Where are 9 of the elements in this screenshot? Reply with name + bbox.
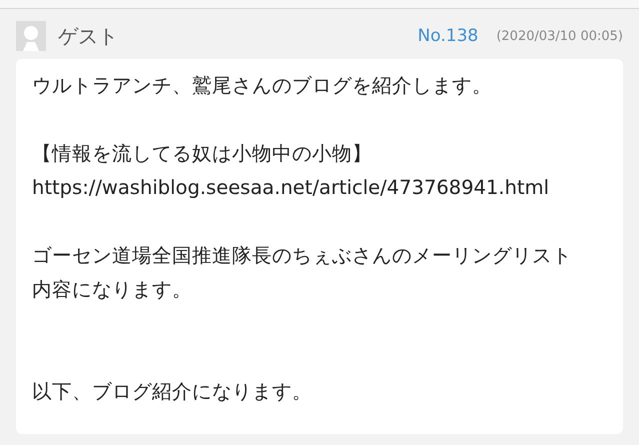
post-number[interactable]: No.138 [418,26,478,46]
post-text: ゴーセン道場全国推進隊長のちぇぶさんのメーリングリスト内容になります。 [32,243,573,303]
post-date: (2020/03/10 00:05) [496,28,623,44]
post-text: 以下、ブログ紹介になります。 [32,379,313,405]
post-text: https://washiblog.seesaa.net/article/473768941.html [32,175,550,201]
avatar-icon [16,21,46,51]
author-name: ゲスト [58,22,119,50]
post-text: 【情報を流してる奴は小物中の小物】 [32,141,373,167]
post-text: ウルトラアンチ、鷲尾さんのブログを紹介します。 [32,73,493,99]
